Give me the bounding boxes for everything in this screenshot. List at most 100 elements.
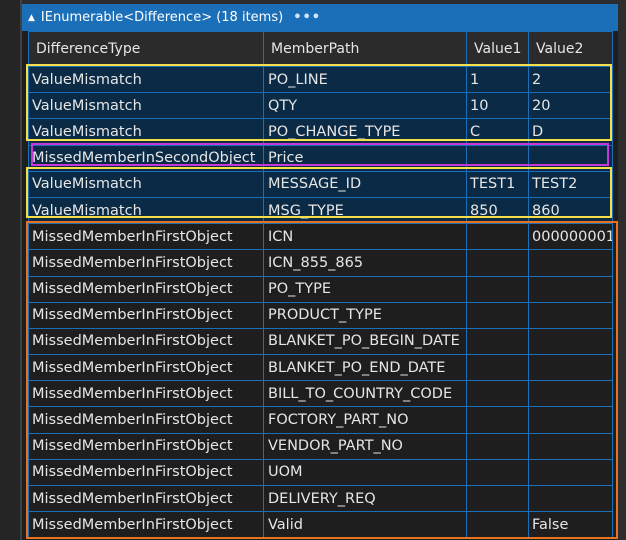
cell-difference-type: MissedMemberInFirstObject bbox=[28, 223, 264, 251]
cell-value2 bbox=[528, 380, 613, 408]
cell-difference-type: ValueMismatch bbox=[28, 196, 264, 225]
cell-difference-type: MissedMemberInFirstObject bbox=[28, 406, 264, 434]
cell-difference-type: MissedMemberInFirstObject bbox=[28, 432, 264, 460]
cell-member-path: ICN_855_865 bbox=[263, 249, 467, 277]
cell-value1: 10 bbox=[466, 92, 529, 120]
cell-value2 bbox=[528, 327, 613, 356]
cell-value2: 2 bbox=[528, 65, 613, 94]
cell-member-path: Valid bbox=[263, 511, 467, 539]
cell-value1 bbox=[466, 432, 529, 460]
table-row[interactable]: MissedMemberInFirstObject ICN 000000001 bbox=[28, 223, 613, 251]
cell-difference-type: MissedMemberInFirstObject bbox=[28, 511, 264, 539]
table-row[interactable]: MissedMemberInFirstObject FOCTORY_PART_NO bbox=[28, 406, 613, 434]
table-row[interactable]: MissedMemberInFirstObject UOM bbox=[28, 458, 613, 487]
table-row[interactable]: MissedMemberInFirstObject DELIVERY_REQ bbox=[28, 484, 613, 513]
cell-value2 bbox=[528, 249, 613, 277]
cell-value2 bbox=[528, 275, 613, 303]
table-row[interactable]: MissedMemberInFirstObject BILL_TO_COUNTRY… bbox=[28, 380, 613, 408]
cell-value2 bbox=[528, 354, 613, 382]
column-header-member-path[interactable]: MemberPath bbox=[263, 31, 467, 67]
cell-member-path: BLANKET_PO_BEGIN_DATE bbox=[263, 327, 467, 356]
cell-member-path: FOCTORY_PART_NO bbox=[263, 406, 467, 434]
cell-member-path: BILL_TO_COUNTRY_CODE bbox=[263, 380, 467, 408]
column-header-difference-type[interactable]: DifferenceType bbox=[28, 31, 264, 67]
cell-member-path: PRODUCT_TYPE bbox=[263, 301, 467, 329]
cell-value2: TEST2 bbox=[528, 170, 613, 198]
cell-difference-type: MissedMemberInSecondObject bbox=[28, 144, 264, 172]
cell-value1 bbox=[466, 458, 529, 487]
cell-value1: 850 bbox=[466, 196, 529, 225]
results-panel: ▲ IEnumerable<Difference> (18 items) •••… bbox=[22, 4, 618, 540]
more-options-icon[interactable]: ••• bbox=[293, 10, 321, 25]
table-row[interactable]: ValueMismatch PO_CHANGE_TYPE C D bbox=[28, 118, 613, 146]
cell-member-path: QTY bbox=[263, 92, 467, 120]
cell-value1: 1 bbox=[466, 65, 529, 94]
cell-value2 bbox=[528, 406, 613, 434]
cell-member-path: UOM bbox=[263, 458, 467, 487]
cell-value2 bbox=[528, 458, 613, 487]
cell-member-path: Price bbox=[263, 144, 467, 172]
cell-value1 bbox=[466, 511, 529, 539]
table-row[interactable]: ValueMismatch MESSAGE_ID TEST1 TEST2 bbox=[28, 170, 613, 198]
cell-difference-type: MissedMemberInFirstObject bbox=[28, 380, 264, 408]
cell-member-path: ICN bbox=[263, 223, 467, 251]
table-row[interactable]: MissedMemberInFirstObject Valid False bbox=[28, 511, 613, 539]
cell-value1 bbox=[466, 406, 529, 434]
cell-value1 bbox=[466, 144, 529, 172]
cell-difference-type: MissedMemberInFirstObject bbox=[28, 484, 264, 513]
table-row[interactable]: ValueMismatch PO_LINE 1 2 bbox=[28, 65, 613, 94]
results-title: IEnumerable<Difference> (18 items) bbox=[40, 10, 284, 25]
cell-difference-type: ValueMismatch bbox=[28, 92, 264, 120]
table-body: ValueMismatch PO_LINE 1 2 ValueMismatch QTY 10… bbox=[28, 65, 613, 539]
cell-value2: 20 bbox=[528, 92, 613, 120]
table-row[interactable]: MissedMemberInFirstObject BLANKET_PO_END_… bbox=[28, 354, 613, 382]
cell-member-path: VENDOR_PART_NO bbox=[263, 432, 467, 460]
cell-value2: False bbox=[528, 511, 613, 539]
cell-difference-type: MissedMemberInFirstObject bbox=[28, 301, 264, 329]
table-header-row: DifferenceType MemberPath Value1 Value2 bbox=[28, 31, 613, 67]
cell-value1 bbox=[466, 249, 529, 277]
cell-value2 bbox=[528, 432, 613, 460]
cell-value1 bbox=[466, 380, 529, 408]
cell-difference-type: ValueMismatch bbox=[28, 170, 264, 198]
table-row[interactable]: ValueMismatch QTY 10 20 bbox=[28, 92, 613, 120]
column-header-value1[interactable]: Value1 bbox=[466, 31, 529, 67]
table-row[interactable]: ValueMismatch MSG_TYPE 850 860 bbox=[28, 196, 613, 225]
column-header-value2[interactable]: Value2 bbox=[528, 31, 613, 67]
cell-value2 bbox=[528, 144, 613, 172]
cell-member-path: PO_TYPE bbox=[263, 275, 467, 303]
cell-member-path: PO_LINE bbox=[263, 65, 467, 94]
cell-difference-type: MissedMemberInFirstObject bbox=[28, 458, 264, 487]
table-row[interactable]: MissedMemberInFirstObject ICN_855_865 bbox=[28, 249, 613, 277]
cell-member-path: DELIVERY_REQ bbox=[263, 484, 467, 513]
results-header[interactable]: ▲ IEnumerable<Difference> (18 items) ••• bbox=[22, 4, 618, 31]
cell-member-path: BLANKET_PO_END_DATE bbox=[263, 354, 467, 382]
cell-difference-type: ValueMismatch bbox=[28, 65, 264, 94]
cell-member-path: MSG_TYPE bbox=[263, 196, 467, 225]
cell-value1 bbox=[466, 275, 529, 303]
cell-member-path: MESSAGE_ID bbox=[263, 170, 467, 198]
collapse-triangle-icon[interactable]: ▲ bbox=[28, 13, 35, 23]
cell-value1: C bbox=[466, 118, 529, 146]
left-gutter bbox=[0, 0, 22, 540]
cell-value1 bbox=[466, 327, 529, 356]
table-row[interactable]: MissedMemberInFirstObject VENDOR_PART_NO bbox=[28, 432, 613, 460]
cell-value2 bbox=[528, 484, 613, 513]
cell-value1 bbox=[466, 354, 529, 382]
cell-difference-type: MissedMemberInFirstObject bbox=[28, 354, 264, 382]
table-row[interactable]: MissedMemberInFirstObject BLANKET_PO_BEGI… bbox=[28, 327, 613, 356]
cell-member-path: PO_CHANGE_TYPE bbox=[263, 118, 467, 146]
table-row[interactable]: MissedMemberInFirstObject PO_TYPE bbox=[28, 275, 613, 303]
cell-difference-type: MissedMemberInFirstObject bbox=[28, 275, 264, 303]
cell-value2: 860 bbox=[528, 196, 613, 225]
cell-difference-type: MissedMemberInFirstObject bbox=[28, 327, 264, 356]
table-row[interactable]: MissedMemberInSecondObject Price bbox=[28, 144, 613, 172]
cell-value1 bbox=[466, 301, 529, 329]
cell-value1 bbox=[466, 223, 529, 251]
table-row[interactable]: MissedMemberInFirstObject PRODUCT_TYPE bbox=[28, 301, 613, 329]
cell-difference-type: ValueMismatch bbox=[28, 118, 264, 146]
cell-value2: D bbox=[528, 118, 613, 146]
difference-table: DifferenceType MemberPath Value1 Value2 … bbox=[28, 31, 613, 539]
cell-value2: 000000001 bbox=[528, 223, 613, 251]
cell-value1 bbox=[466, 484, 529, 513]
